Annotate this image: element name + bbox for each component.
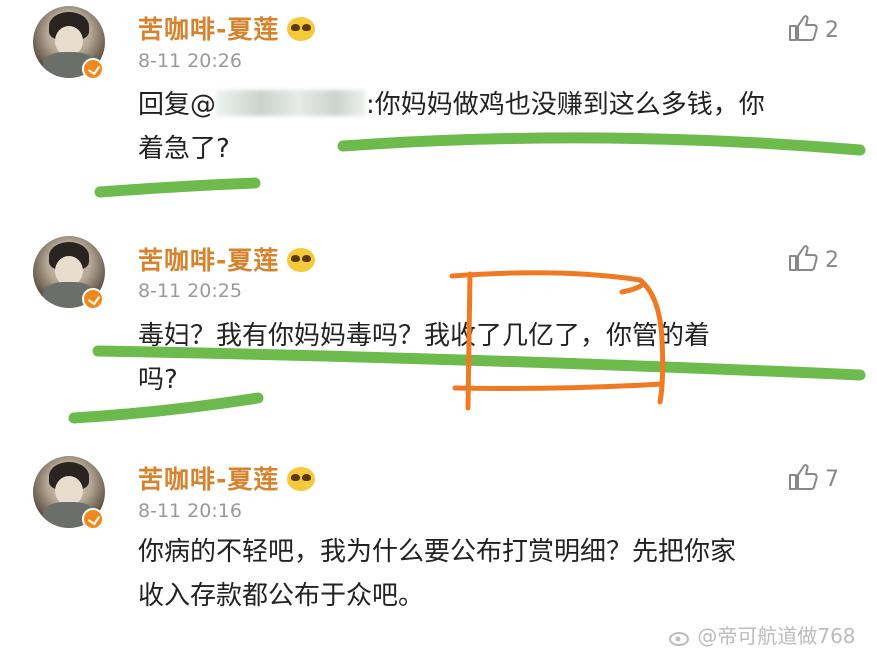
username[interactable]: 苦咖啡-夏莲	[138, 10, 316, 46]
comment-text-line2: 吗?	[138, 365, 178, 395]
like-count: 2	[825, 18, 839, 43]
emoji-icon	[287, 467, 316, 491]
timestamp: 8-11 20:26	[138, 50, 242, 72]
comment-text: 你病的不轻吧，我为什么要公布打赏明细？先把你家 收入存款都公布于众吧。	[138, 530, 838, 618]
username[interactable]: 苦咖啡-夏莲	[138, 241, 316, 277]
comment-text-line2: 着急了?	[138, 134, 230, 164]
watermark-text: @帝可航道做768	[697, 624, 856, 648]
username-text[interactable]: 苦咖啡-夏莲	[138, 465, 279, 494]
blurred-mention	[216, 90, 367, 116]
watermark: @帝可航道做768	[669, 620, 856, 649]
timestamp: 8-11 20:16	[138, 500, 242, 522]
weibo-logo-icon	[669, 632, 689, 646]
verified-badge-icon	[82, 58, 104, 80]
thumb-up-icon	[789, 464, 818, 490]
emoji-icon	[287, 248, 316, 272]
emoji-icon	[287, 17, 316, 41]
like-button[interactable]: 7	[788, 463, 839, 492]
verified-badge-icon	[82, 508, 104, 530]
timestamp: 8-11 20:25	[138, 280, 242, 302]
green-underline-2	[94, 177, 261, 198]
reply-prefix: 回复@	[138, 90, 217, 120]
like-count: 2	[825, 248, 839, 273]
comment-text-line1: 你病的不轻吧，我为什么要公布打赏明细？先把你家	[138, 537, 737, 567]
comment-text-line1: 毒妇？我有你妈妈毒吗？我收了几亿了，你管的着	[138, 321, 711, 351]
like-count: 7	[825, 467, 839, 492]
comment-text: 毒妇？我有你妈妈毒吗？我收了几亿了，你管的着 吗?	[138, 314, 838, 402]
thumb-up-icon	[789, 15, 818, 41]
like-button[interactable]: 2	[788, 244, 839, 273]
username-text[interactable]: 苦咖啡-夏莲	[138, 246, 279, 275]
verified-badge-icon	[82, 288, 104, 310]
thumb-up-icon	[789, 245, 818, 271]
comment-text-line2: 收入存款都公布于众吧。	[138, 581, 425, 611]
like-button[interactable]: 2	[788, 14, 839, 43]
username[interactable]: 苦咖啡-夏莲	[138, 460, 316, 496]
username-text[interactable]: 苦咖啡-夏莲	[138, 15, 279, 44]
comment-text-line1: :你妈妈做鸡也没赚到这么多钱，你	[366, 90, 765, 120]
comment-text: 回复@ :你妈妈做鸡也没赚到这么多钱，你 着急了?	[138, 83, 838, 171]
